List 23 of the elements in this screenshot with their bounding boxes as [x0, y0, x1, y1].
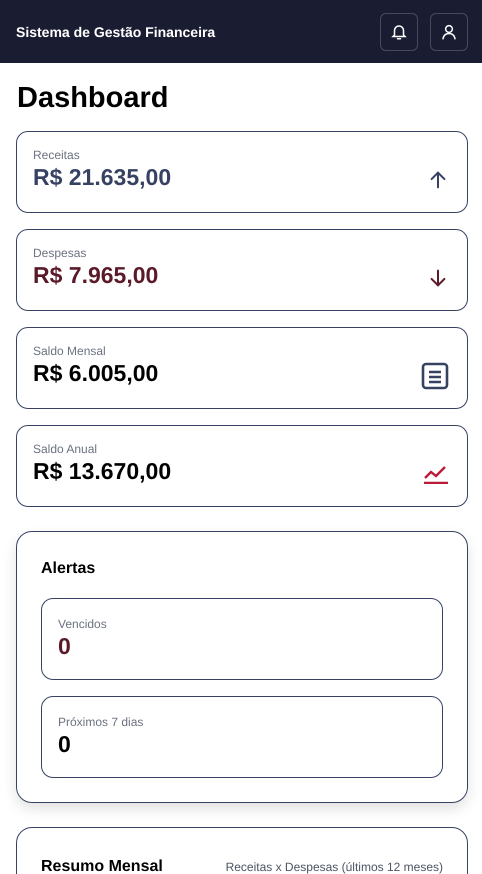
card-value: R$ 7.965,00 — [33, 262, 158, 289]
alert-count: 0 — [58, 731, 72, 758]
alert-count: 0 — [58, 633, 72, 660]
page-title: Dashboard — [17, 81, 170, 115]
trend-chart-icon — [423, 464, 449, 484]
user-icon — [440, 22, 458, 40]
card-label: Despesas — [33, 246, 88, 260]
panel-subtitle: Receitas x Despesas (últimos 12 meses) — [226, 861, 443, 874]
notifications-button[interactable] — [380, 12, 418, 50]
panel-title: Alertas — [41, 560, 96, 578]
card-label: Receitas — [33, 148, 81, 162]
profile-button[interactable] — [430, 12, 468, 50]
card-value: R$ 6.005,00 — [33, 360, 158, 387]
app-title: Sistema de Gestão Financeira — [16, 24, 216, 40]
document-icon — [421, 362, 449, 390]
card-label: Saldo Mensal — [33, 344, 107, 358]
alert-label: Vencidos — [58, 617, 108, 631]
bell-icon — [390, 22, 408, 40]
card-label: Saldo Anual — [33, 442, 98, 456]
panel-title: Resumo Mensal — [41, 858, 163, 874]
alert-label: Próximos 7 dias — [58, 715, 144, 729]
card-value: R$ 13.670,00 — [33, 458, 172, 485]
card-value: R$ 21.635,00 — [33, 164, 172, 191]
